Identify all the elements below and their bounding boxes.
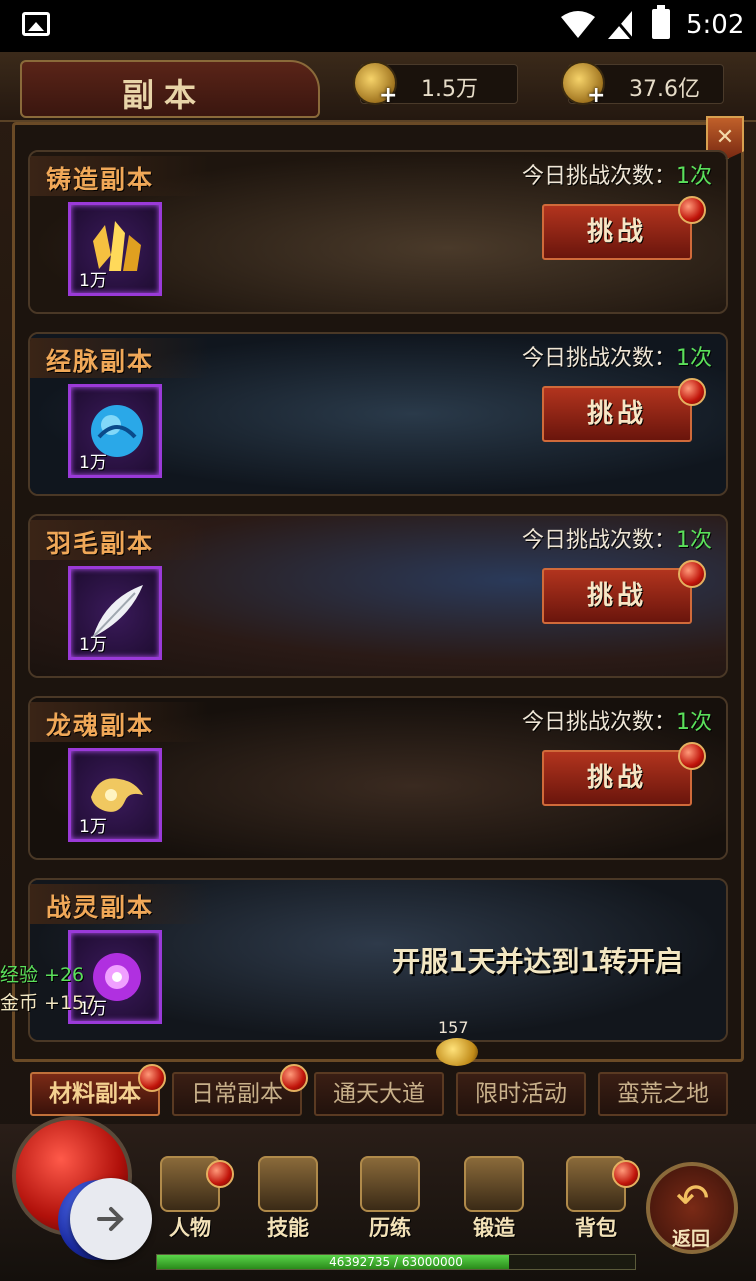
loot-count: 157	[438, 1018, 469, 1037]
tab-material-dungeon[interactable]: 材料副本	[30, 1064, 166, 1116]
return-button[interactable]: ↶ 返回	[646, 1162, 738, 1254]
dungeon-name: 羽毛副本	[46, 529, 155, 558]
attempts-text: 今日挑战次数：1次	[521, 346, 712, 371]
add-coin-icon[interactable]: +	[379, 83, 397, 108]
challenge-button[interactable]: 挑战	[542, 568, 692, 624]
reward-item[interactable]: 1万	[68, 202, 162, 296]
training-icon	[360, 1156, 420, 1212]
dungeon-card-dragon-soul: 龙魂副本 1万 今日挑战次数：1次 挑战	[28, 696, 728, 860]
attempts-text: 今日挑战次数：1次	[521, 164, 712, 189]
menu-forge[interactable]: 锻造	[448, 1156, 540, 1244]
reward-item[interactable]: 1万	[68, 748, 162, 842]
attempts-count: 1次	[676, 346, 712, 371]
ingot-amount: 37.6亿	[629, 77, 700, 102]
tab-sky-road[interactable]: 通天大道	[314, 1072, 444, 1116]
reward-quantity: 1万	[79, 453, 107, 473]
floating-arrow-button[interactable]	[70, 1178, 152, 1260]
attempts-count: 1次	[676, 710, 712, 735]
tab-limited-event[interactable]: 限时活动	[456, 1072, 586, 1116]
menu-bag[interactable]: 背包	[550, 1156, 642, 1244]
reward-item[interactable]: 1万	[68, 384, 162, 478]
dungeon-card-forging: 铸造副本 1万 今日挑战次数：1次 挑战	[28, 150, 728, 314]
reward-quantity: 1万	[79, 271, 107, 291]
red-dot-badge	[612, 1160, 640, 1188]
tab-wild-land[interactable]: 蛮荒之地	[598, 1072, 728, 1116]
ingot-currency[interactable]: + 37.6亿	[561, 61, 724, 108]
image-notification-icon	[22, 12, 50, 36]
attempts-text: 今日挑战次数：1次	[521, 528, 712, 553]
challenge-button[interactable]: 挑战	[542, 204, 692, 260]
attempts-count: 1次	[676, 164, 712, 189]
attempts-count: 1次	[676, 528, 712, 553]
red-dot-badge	[678, 196, 706, 224]
red-dot-badge	[678, 560, 706, 588]
xp-bar: 46392735 / 63000000	[156, 1254, 636, 1270]
dungeon-name: 铸造副本	[46, 165, 155, 194]
status-bar: 5:02	[0, 0, 756, 52]
clock: 5:02	[686, 10, 745, 40]
menu-character[interactable]: 人物	[144, 1156, 236, 1244]
xp-text: 46392735 / 63000000	[329, 1255, 463, 1269]
coin-currency[interactable]: + 1.5万	[353, 61, 518, 108]
anvil-icon	[464, 1156, 524, 1212]
red-dot-badge	[138, 1064, 166, 1092]
dungeon-name: 战灵副本	[46, 893, 155, 922]
dungeon-card-war-spirit: 战灵副本 1万 开服1天并达到1转开启	[28, 878, 728, 1042]
challenge-button[interactable]: 挑战	[542, 386, 692, 442]
dungeon-card-feather: 羽毛副本 1万 今日挑战次数：1次 挑战	[28, 514, 728, 678]
red-dot-badge	[678, 742, 706, 770]
add-ingot-icon[interactable]: +	[587, 83, 605, 108]
red-dot-badge	[678, 378, 706, 406]
red-dot-badge	[280, 1064, 308, 1092]
red-dot-badge	[206, 1160, 234, 1188]
battery-icon	[652, 5, 670, 39]
arrow-right-icon	[97, 1207, 124, 1231]
reward-quantity: 1万	[79, 635, 107, 655]
attempts-text: 今日挑战次数：1次	[521, 710, 712, 735]
menu-training[interactable]: 历练	[344, 1156, 436, 1244]
reward-quantity: 1万	[79, 817, 107, 837]
coin-amount: 1.5万	[421, 77, 478, 102]
return-arrow-icon: ↶	[676, 1176, 710, 1222]
game-screen: 副本 + 1.5万 + 37.6亿 ✕ 铸造副本 1万 今日挑战次数：1次 挑战…	[0, 52, 756, 1281]
exp-gain-text: 经验 +26	[0, 964, 85, 986]
unlock-requirement-text: 开服1天并达到1转开启	[392, 945, 683, 978]
gold-gain-text: 金币 +157	[0, 992, 97, 1014]
reward-item[interactable]: 1万	[68, 566, 162, 660]
skill-book-icon	[258, 1156, 318, 1212]
dungeon-tabs: 材料副本 日常副本 通天大道 限时活动 蛮荒之地	[0, 1062, 756, 1124]
title-plate: 副本	[20, 60, 320, 118]
top-bar: 副本 + 1.5万 + 37.6亿	[0, 52, 756, 122]
menu-skills[interactable]: 技能	[242, 1156, 334, 1244]
no-signal-icon	[608, 11, 634, 40]
dungeon-name: 经脉副本	[46, 347, 155, 376]
page-title: 副本	[122, 76, 207, 114]
dungeon-name: 龙魂副本	[46, 711, 155, 740]
tab-daily-dungeon[interactable]: 日常副本	[172, 1064, 308, 1116]
challenge-button[interactable]: 挑战	[542, 750, 692, 806]
dungeon-card-meridian: 经脉副本 1万 今日挑战次数：1次 挑战	[28, 332, 728, 496]
wifi-icon	[561, 11, 595, 38]
